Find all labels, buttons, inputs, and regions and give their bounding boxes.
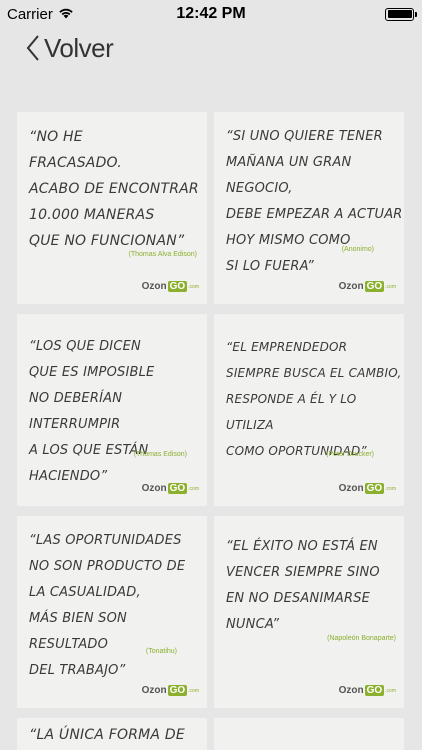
quote-card[interactable]: “Las oportunidades no son producto de la…	[17, 516, 207, 708]
nav-bar: Volver	[0, 28, 422, 68]
quote-author: (Anonimo)	[341, 246, 374, 253]
wifi-icon	[58, 6, 74, 23]
back-label: Volver	[44, 32, 114, 63]
carrier-label: Carrier	[7, 5, 53, 23]
ozongo-logo: Ozon GO .com	[141, 483, 199, 494]
status-left: Carrier	[7, 6, 74, 23]
battery-icon	[385, 7, 417, 21]
back-button[interactable]: Volver	[26, 32, 114, 64]
quote-author: (Thomas Alva Edison)	[128, 251, 197, 258]
quote-author: (Napoleón Bonaparte)	[327, 635, 396, 642]
quote-author: (Thomas Edison)	[133, 451, 187, 458]
ozongo-logo: Ozon GO .com	[141, 685, 199, 696]
quote-card[interactable]: “No he fracasado. Acabo de encontrar 10.…	[17, 112, 207, 304]
ozongo-logo: Ozon GO .com	[338, 281, 396, 292]
chevron-left-icon	[26, 35, 39, 61]
quote-card[interactable]: “Los que dicen que es imposible no deber…	[17, 314, 207, 506]
quote-author: (Tonatihu)	[145, 648, 177, 655]
status-bar: Carrier 12:42 PM	[0, 0, 422, 28]
quote-card[interactable]: “Si uno quiere tener mañana un gran nego…	[214, 112, 404, 304]
quote-card[interactable]: “El éxito no está en vencer siempre sino…	[214, 516, 404, 708]
quotes-grid: “No he fracasado. Acabo de encontrar 10.…	[17, 112, 405, 750]
quote-text: “El emprendedor siempre busca el cambio,…	[226, 340, 402, 458]
quote-text: “Las oportunidades no son producto de la…	[29, 533, 186, 678]
quote-text: “La única forma de	[29, 727, 185, 743]
quote-card[interactable]: “El emprendedor siempre busca el cambio,…	[214, 314, 404, 506]
quote-text: “No he fracasado. Acabo de encontrar 10.…	[29, 129, 199, 249]
quote-card[interactable]	[214, 718, 404, 750]
quote-author: (Peter Drucker)	[326, 451, 374, 458]
ozongo-logo: Ozon GO .com	[141, 281, 199, 292]
quote-card[interactable]: “La única forma de	[17, 718, 207, 750]
quote-text: “El éxito no está en vencer siempre sino…	[226, 539, 380, 632]
quote-text: “Si uno quiere tener mañana un gran nego…	[226, 129, 403, 274]
ozongo-logo: Ozon GO .com	[338, 685, 396, 696]
ozongo-logo: Ozon GO .com	[338, 483, 396, 494]
quote-text: “Los que dicen que es imposible no deber…	[29, 339, 155, 484]
